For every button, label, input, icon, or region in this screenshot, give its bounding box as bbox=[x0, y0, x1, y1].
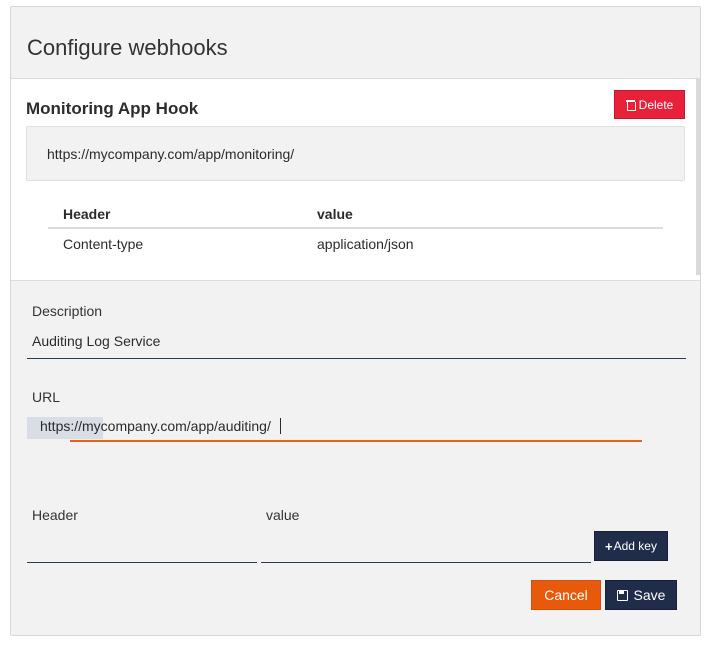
add-key-button[interactable]: + Add key bbox=[594, 531, 668, 561]
cancel-button[interactable]: Cancel bbox=[531, 580, 601, 610]
hook-card: Monitoring App Hook Delete https://mycom… bbox=[11, 78, 700, 281]
header-input[interactable] bbox=[32, 537, 257, 557]
hook-url: https://mycompany.com/app/monitoring/ bbox=[47, 146, 295, 162]
panel-title: Configure webhooks bbox=[27, 35, 228, 60]
table-header-header: Header bbox=[63, 206, 111, 222]
description-label: Description bbox=[32, 303, 103, 319]
add-key-label: Add key bbox=[613, 539, 657, 553]
header-underline bbox=[27, 562, 257, 563]
hook-card-scrollbar[interactable] bbox=[696, 79, 700, 275]
table-cell-header: Content-type bbox=[63, 236, 144, 252]
plus-icon: + bbox=[605, 538, 613, 554]
delete-button[interactable]: Delete bbox=[614, 90, 685, 119]
value-label: value bbox=[266, 507, 300, 523]
description-underline bbox=[27, 358, 686, 359]
webhooks-panel: Configure webhooks Monitoring App Hook D… bbox=[10, 6, 701, 636]
cancel-button-label: Cancel bbox=[544, 587, 588, 603]
value-underline bbox=[261, 562, 591, 563]
save-button[interactable]: Save bbox=[605, 580, 677, 610]
header-label: Header bbox=[32, 507, 78, 523]
floppy-icon bbox=[616, 589, 628, 601]
url-underline-active bbox=[70, 440, 642, 442]
url-input[interactable]: https://mycompany.com/app/auditing/ bbox=[40, 418, 271, 434]
hook-title: Monitoring App Hook bbox=[26, 99, 199, 118]
table-cell-value: application/json bbox=[317, 236, 414, 252]
hook-url-box: https://mycompany.com/app/monitoring/ bbox=[26, 126, 685, 181]
table-header-value: value bbox=[317, 206, 353, 222]
text-caret bbox=[280, 418, 281, 434]
hook-headers-table: Header value Content-type application/js… bbox=[48, 199, 663, 257]
value-input[interactable] bbox=[266, 537, 591, 557]
delete-button-label: Delete bbox=[638, 97, 674, 112]
url-label: URL bbox=[32, 389, 61, 405]
trash-icon bbox=[625, 99, 636, 111]
table-header-row: Header value bbox=[48, 199, 663, 229]
description-input[interactable]: Auditing Log Service bbox=[32, 333, 160, 349]
save-button-label: Save bbox=[633, 587, 666, 603]
table-row: Content-type application/json bbox=[48, 229, 663, 257]
